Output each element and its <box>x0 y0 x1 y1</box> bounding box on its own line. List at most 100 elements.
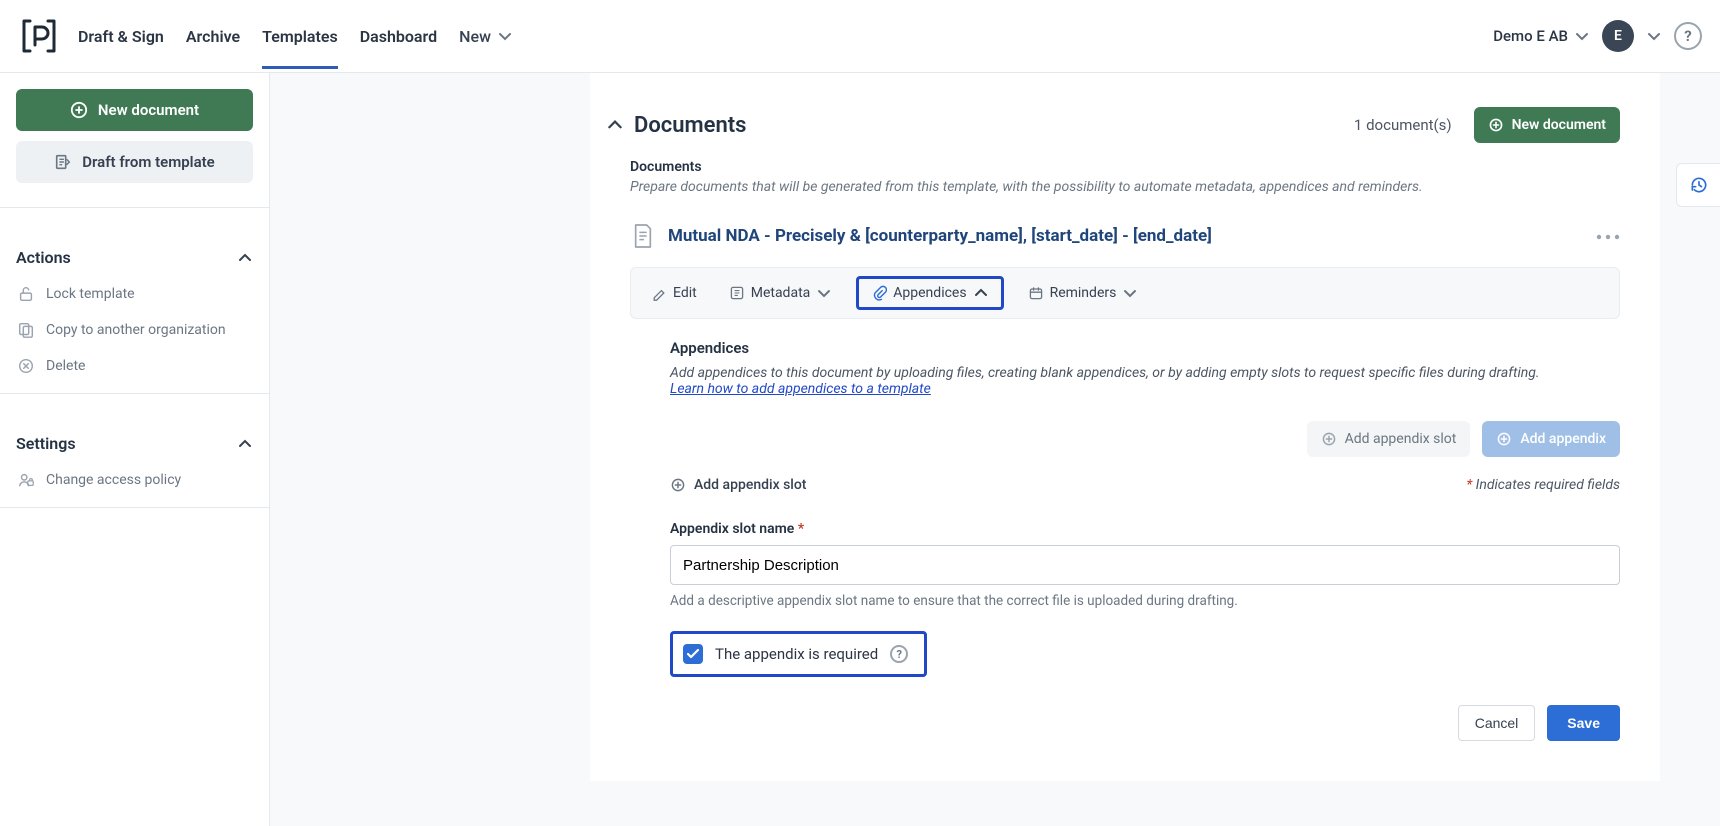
check-icon <box>685 646 701 662</box>
sidebar-setting-label: Change access policy <box>46 472 181 488</box>
chevron-down-icon <box>1122 285 1138 301</box>
new-document-button[interactable]: New document <box>1474 107 1620 143</box>
tab-metadata[interactable]: Metadata <box>721 281 841 305</box>
sidebar-setting-access-policy[interactable]: Change access policy <box>16 467 253 493</box>
sidebar-actions-header[interactable]: Actions <box>16 242 253 273</box>
history-button[interactable] <box>1676 163 1720 207</box>
access-icon <box>16 471 36 489</box>
document-card: Mutual NDA - Precisely & [counterparty_n… <box>590 195 1660 741</box>
calendar-icon <box>1028 285 1044 301</box>
appendices-section: Appendices Add appendices to this docume… <box>630 319 1620 741</box>
plus-circle-icon <box>70 101 88 119</box>
add-appendix-label: Add appendix <box>1520 431 1606 447</box>
required-checkbox-label: The appendix is required <box>715 645 878 663</box>
app-logo[interactable] <box>18 15 60 57</box>
sidebar-new-document-button[interactable]: New document <box>16 89 253 131</box>
required-checkbox[interactable] <box>683 644 703 664</box>
appendices-learn-link[interactable]: Learn how to add appendices to a templat… <box>670 381 931 397</box>
sidebar-settings-title: Settings <box>16 434 76 453</box>
content-panel: Documents 1 document(s) New document Doc… <box>590 73 1660 781</box>
help-button[interactable]: ? <box>1674 22 1702 50</box>
document-tabs: Edit Metadata Appendices <box>630 267 1620 319</box>
slot-name-hint: Add a descriptive appendix slot name to … <box>670 593 1620 609</box>
nav-new-dropdown[interactable]: New <box>459 27 513 46</box>
tab-appendices[interactable]: Appendices <box>871 285 988 301</box>
topbar-right: Demo E AB E ? <box>1493 20 1702 52</box>
nav-archive[interactable]: Archive <box>186 3 240 69</box>
appendices-description: Add appendices to this document by uploa… <box>670 365 1620 397</box>
appendices-heading: Appendices <box>670 339 1620 357</box>
document-title[interactable]: Mutual NDA - Precisely & [counterparty_n… <box>668 226 1212 246</box>
slot-name-label: Appendix slot name * <box>670 521 1620 537</box>
tab-edit[interactable]: Edit <box>643 281 705 305</box>
chevron-down-icon <box>1574 28 1590 44</box>
slot-name-input[interactable] <box>670 545 1620 585</box>
chevron-up-icon[interactable] <box>606 116 624 134</box>
sidebar-settings-header[interactable]: Settings <box>16 428 253 459</box>
template-icon <box>54 153 72 171</box>
paperclip-icon <box>871 285 887 301</box>
plus-circle-icon <box>1488 117 1504 133</box>
documents-count: 1 document(s) <box>1354 116 1452 134</box>
user-avatar[interactable]: E <box>1602 20 1634 52</box>
document-icon <box>630 221 656 251</box>
document-more-menu[interactable] <box>1596 228 1620 244</box>
help-tooltip-icon[interactable]: ? <box>890 645 908 663</box>
nav-templates[interactable]: Templates <box>262 3 338 69</box>
top-bar: Draft & Sign Archive Templates Dashboard… <box>0 0 1720 73</box>
add-appendix-button[interactable]: Add appendix <box>1482 421 1620 457</box>
lock-open-icon <box>16 285 36 303</box>
chevron-down-icon <box>497 28 513 44</box>
sidebar-action-label: Lock template <box>46 286 135 302</box>
sidebar-actions-title: Actions <box>16 248 71 267</box>
plus-circle-icon <box>1496 431 1512 447</box>
tab-reminders[interactable]: Reminders <box>1020 281 1147 305</box>
sidebar-draft-template-button[interactable]: Draft from template <box>16 141 253 183</box>
top-nav: Draft & Sign Archive Templates Dashboard… <box>78 3 513 69</box>
sidebar-actions-list: Lock template Copy to another organizati… <box>16 281 253 379</box>
form-header: Add appendix slot * Indicates required f… <box>670 477 1620 493</box>
tab-appendices-label: Appendices <box>893 285 966 301</box>
appendix-slot-form: Add appendix slot * Indicates required f… <box>670 477 1620 741</box>
sidebar-action-lock-template[interactable]: Lock template <box>16 281 253 307</box>
history-icon <box>1689 175 1709 195</box>
add-slot-label: Add appendix slot <box>1345 431 1457 447</box>
sidebar-action-label: Copy to another organization <box>46 322 226 338</box>
required-hint: * Indicates required fields <box>1466 477 1620 493</box>
documents-help: Prepare documents that will be generated… <box>630 179 1620 195</box>
required-checkbox-highlight: The appendix is required ? <box>670 631 927 677</box>
tab-metadata-label: Metadata <box>751 285 811 301</box>
sidebar-draft-template-label: Draft from template <box>82 153 214 171</box>
pencil-icon <box>651 285 667 301</box>
chevron-up-icon <box>237 250 253 266</box>
sidebar-new-document-label: New document <box>98 101 199 119</box>
chevron-up-icon <box>237 436 253 452</box>
form-footer: Cancel Save <box>670 705 1620 741</box>
metadata-icon <box>729 285 745 301</box>
copy-icon <box>16 321 36 339</box>
appendices-add-row: Add appendix slot Add appendix <box>670 421 1620 457</box>
delete-icon <box>16 357 36 375</box>
org-name: Demo E AB <box>1493 27 1568 45</box>
sidebar-action-delete[interactable]: Delete <box>16 353 253 379</box>
new-document-label: New document <box>1512 117 1606 133</box>
chevron-down-icon[interactable] <box>1646 28 1662 44</box>
documents-description: Documents Prepare documents that will be… <box>590 143 1660 195</box>
documents-section-header: Documents 1 document(s) New document <box>590 73 1660 143</box>
documents-subtitle: Documents <box>630 159 1620 175</box>
sidebar-action-copy-org[interactable]: Copy to another organization <box>16 317 253 343</box>
save-button[interactable]: Save <box>1547 705 1620 741</box>
nav-dashboard[interactable]: Dashboard <box>360 3 437 69</box>
plus-circle-icon <box>670 477 686 493</box>
form-add-slot-heading: Add appendix slot <box>694 477 806 493</box>
sidebar: New document Draft from template Actions… <box>0 73 270 826</box>
tab-reminders-label: Reminders <box>1050 285 1117 301</box>
add-appendix-slot-button[interactable]: Add appendix slot <box>1307 421 1471 457</box>
org-switcher[interactable]: Demo E AB <box>1493 27 1590 45</box>
documents-title: Documents <box>634 113 746 138</box>
cancel-button[interactable]: Cancel <box>1458 705 1536 741</box>
sidebar-settings-list: Change access policy <box>16 467 253 493</box>
main-content: Documents 1 document(s) New document Doc… <box>270 73 1720 826</box>
tab-appendices-highlight: Appendices <box>856 276 1003 310</box>
nav-draft-sign[interactable]: Draft & Sign <box>78 3 164 69</box>
